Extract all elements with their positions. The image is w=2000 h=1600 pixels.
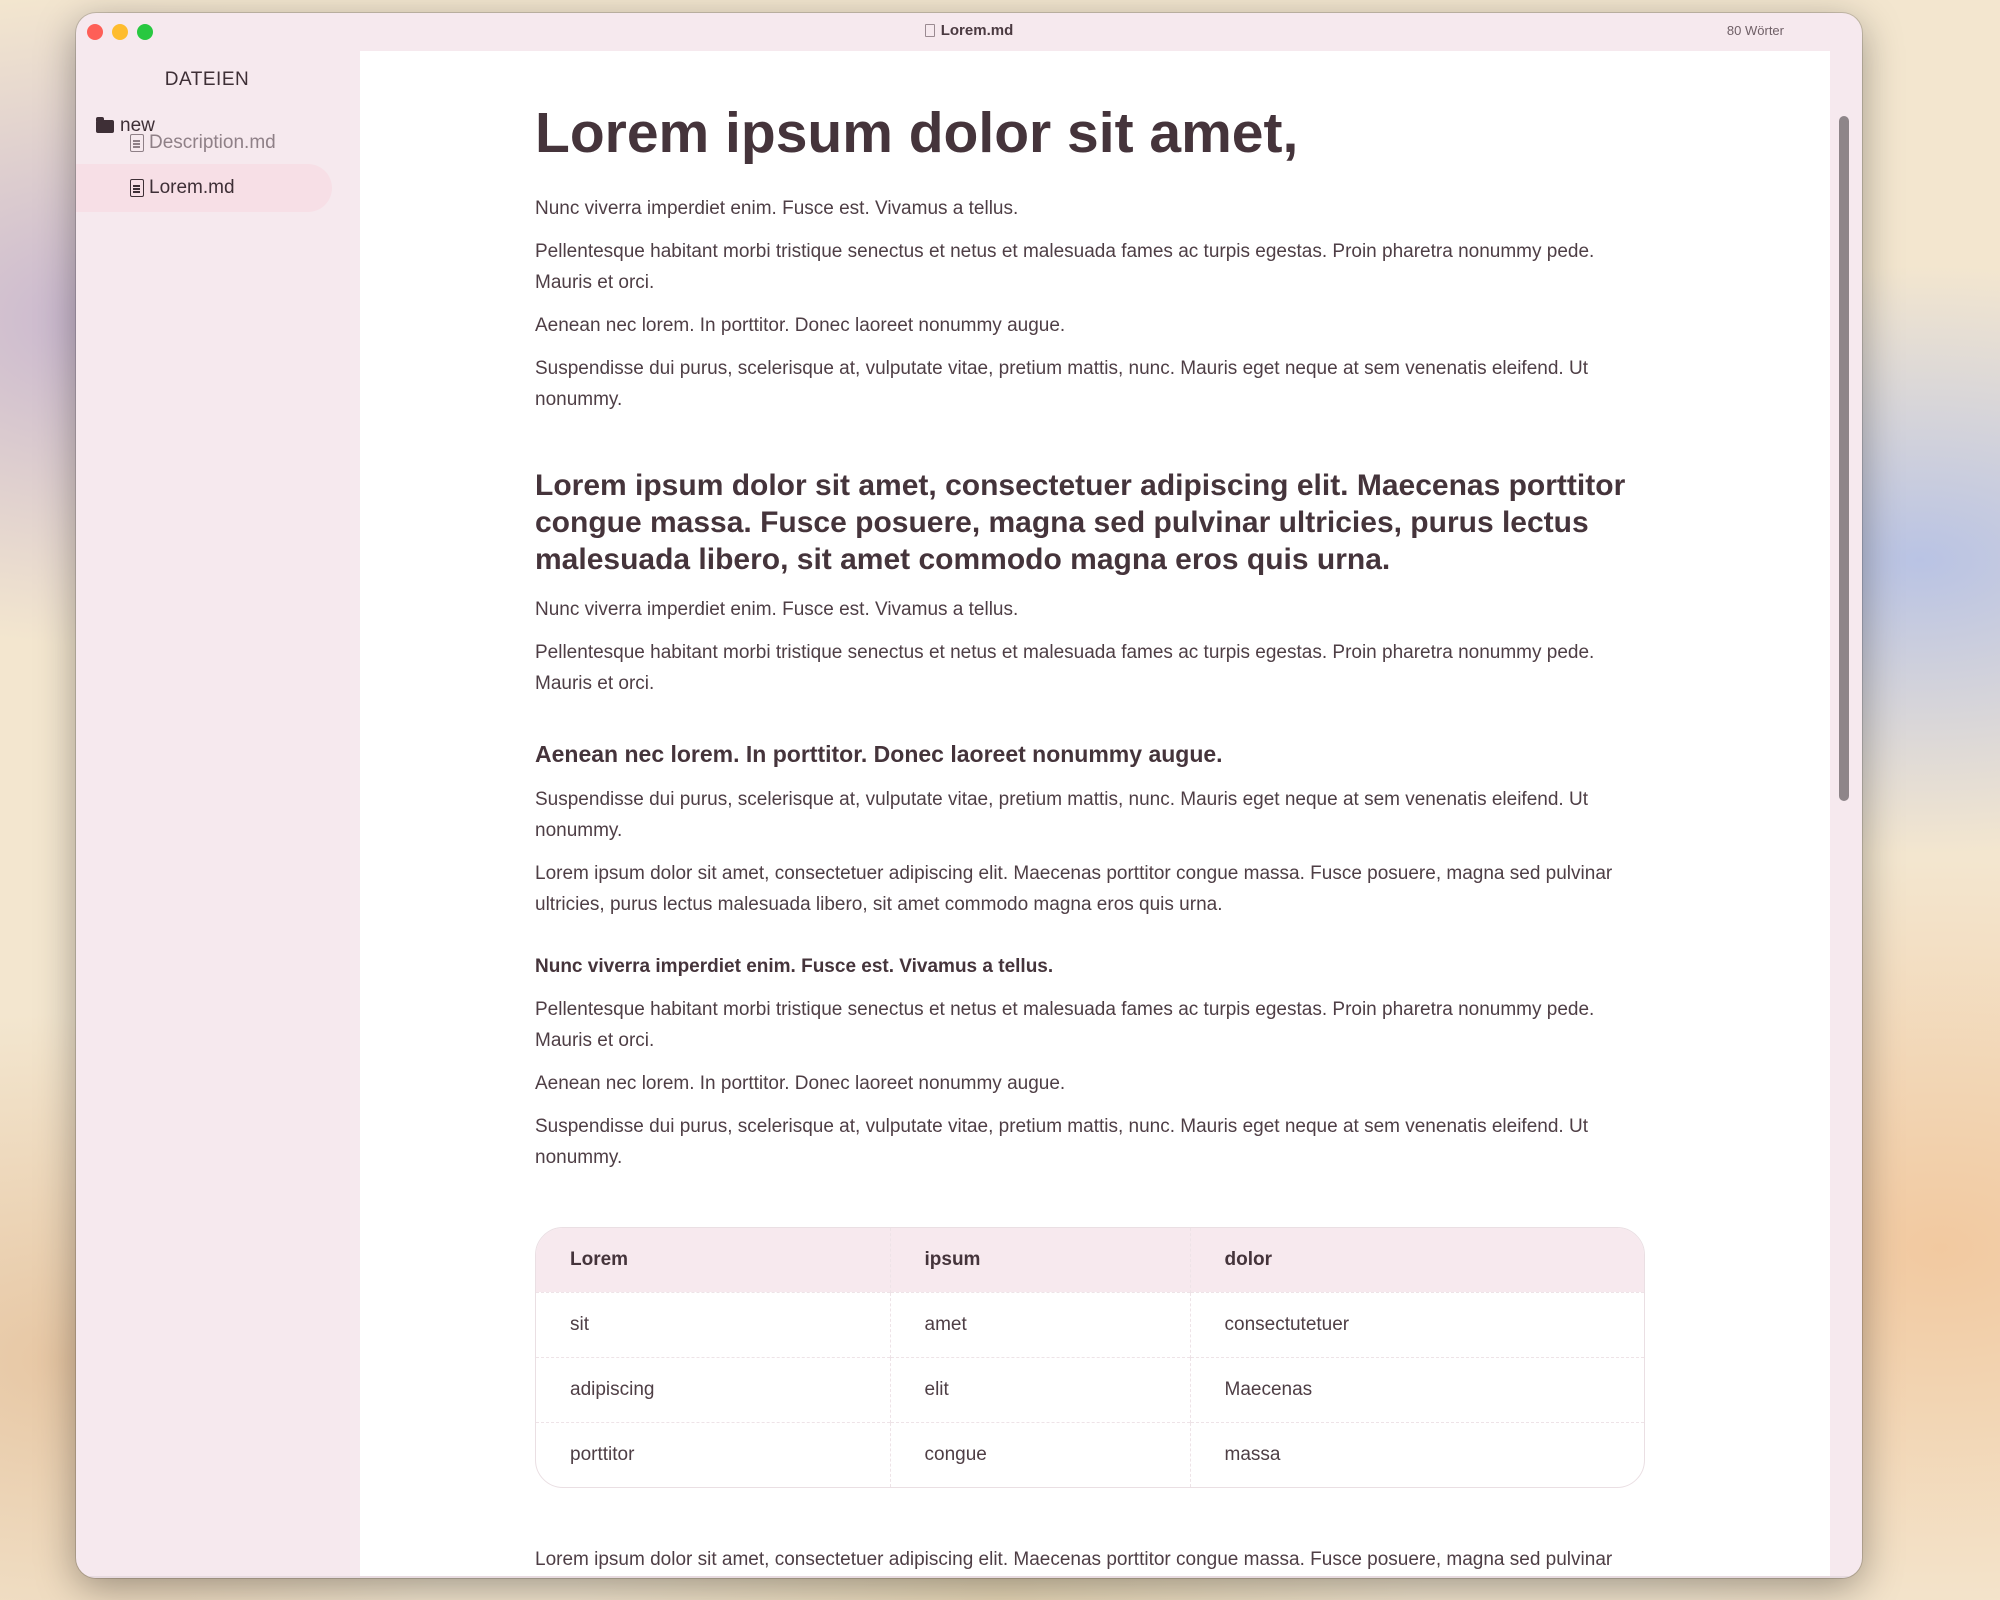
file-item-description[interactable]: Description.md xyxy=(76,119,332,167)
paragraph: Pellentesque habitant morbi tristique se… xyxy=(535,241,1595,294)
file-icon xyxy=(130,134,144,152)
document-content[interactable]: Lorem ipsum dolor sit amet, Nunc viverra… xyxy=(535,51,1645,1578)
table-header-cell: dolor xyxy=(1189,1228,1644,1293)
table-cell: elit xyxy=(889,1356,1190,1423)
window-title-text: Lorem.md xyxy=(940,22,1014,39)
titlebar: Lorem.md 80 Wörter xyxy=(76,13,1862,51)
paragraph: Lorem ipsum dolor sit amet, consectetuer… xyxy=(535,1549,1613,1571)
paragraph: Suspendisse dui purus, scelerisque at, v… xyxy=(535,358,1588,411)
table-header-cell: Lorem xyxy=(536,1228,890,1293)
scrollbar-thumb[interactable] xyxy=(1839,116,1849,801)
file-label: Description.md xyxy=(149,132,276,153)
heading-1: Lorem ipsum dolor sit amet, xyxy=(535,101,1299,165)
table-cell: adipiscing xyxy=(536,1356,890,1423)
heading-4: Nunc viverra imperdiet enim. Fusce est. … xyxy=(535,956,1054,978)
paragraph: Lorem ipsum dolor sit amet, consectetuer… xyxy=(535,863,1613,916)
paragraph: Nunc viverra imperdiet enim. Fusce est. … xyxy=(535,599,1019,621)
editor-pane[interactable]: Lorem ipsum dolor sit amet, Nunc viverra… xyxy=(360,51,1830,1578)
app-window: Lorem.md 80 Wörter DATEIEN new Descripti… xyxy=(76,13,1862,1578)
paragraph: Pellentesque habitant morbi tristique se… xyxy=(535,999,1595,1052)
paragraph: Suspendisse dui purus, scelerisque at, v… xyxy=(535,789,1588,842)
file-label: Lorem.md xyxy=(149,177,235,198)
window-bottom-edge xyxy=(76,1576,1862,1578)
table-cell: sit xyxy=(536,1291,890,1358)
paragraph: Suspendisse dui purus, scelerisque at, v… xyxy=(535,1116,1588,1169)
table-cell: congue xyxy=(889,1421,1190,1488)
table-cell: amet xyxy=(889,1291,1190,1358)
table-header-cell: ipsum xyxy=(889,1228,1190,1293)
paragraph: Aenean nec lorem. In porttitor. Donec la… xyxy=(535,1073,1066,1095)
paragraph: Nunc viverra imperdiet enim. Fusce est. … xyxy=(535,198,1019,220)
heading-3: Aenean nec lorem. In porttitor. Donec la… xyxy=(535,741,1223,768)
file-item-lorem[interactable]: Lorem.md xyxy=(76,164,332,212)
markdown-table: Lorem ipsum dolor sit amet consectutetue… xyxy=(535,1227,1645,1489)
document-icon xyxy=(924,24,935,37)
table-row: sit amet consectutetuer xyxy=(536,1291,1644,1358)
paragraph: Pellentesque habitant morbi tristique se… xyxy=(535,642,1595,695)
file-sidebar: DATEIEN new Description.md Lorem.md xyxy=(76,51,360,1578)
table-cell: massa xyxy=(1189,1421,1644,1488)
word-count: 80 Wörter xyxy=(1726,23,1784,38)
paragraph: Aenean nec lorem. In porttitor. Donec la… xyxy=(535,315,1066,337)
heading-2: Lorem ipsum dolor sit amet, consectetuer… xyxy=(535,469,1626,577)
window-title: Lorem.md xyxy=(76,22,1862,39)
table-row: adipiscing elit Maecenas xyxy=(536,1356,1644,1423)
table-row: porttitor congue massa xyxy=(536,1421,1644,1488)
table-cell: porttitor xyxy=(536,1421,890,1488)
table-cell: Maecenas xyxy=(1189,1356,1644,1423)
sidebar-title: DATEIEN xyxy=(164,69,250,90)
file-icon xyxy=(130,179,144,197)
table-cell: consectutetuer xyxy=(1189,1291,1644,1358)
